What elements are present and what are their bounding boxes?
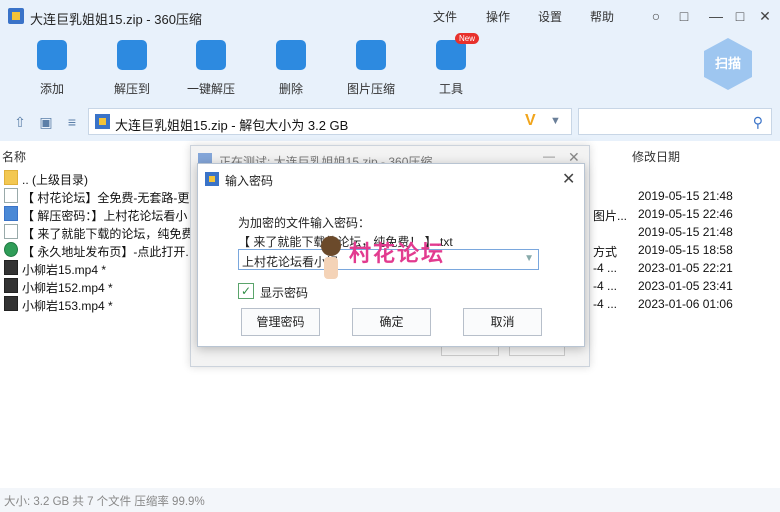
file-row-date: 2023-01-05 23:41 <box>638 279 733 293</box>
file-row-name[interactable]: .. (上级目录) <box>22 171 88 188</box>
file-row-date: 2023-01-05 22:21 <box>638 261 733 275</box>
video-file-icon <box>4 260 18 275</box>
folder-icon <box>4 170 18 185</box>
title-bar: 大连巨乳姐姐15.zip - 360压缩 文件 操作 设置 帮助 ○ □ — □… <box>0 0 780 32</box>
image-compress-icon <box>356 40 386 70</box>
status-bar: 大小: 3.2 GB 共 7 个文件 压缩率 99.9% <box>0 488 780 512</box>
password-prompt: 为加密的文件输入密码： <box>238 216 371 230</box>
file-row-type: 图片... <box>593 209 628 223</box>
globe-icon <box>4 242 18 257</box>
trash-icon <box>276 40 306 70</box>
file-row-type: -4 ... <box>593 297 618 311</box>
text-file-icon <box>4 188 18 203</box>
file-row-date: 2019-05-15 18:58 <box>638 243 733 257</box>
menu-help[interactable]: 帮助 <box>590 8 614 25</box>
chevron-down-icon[interactable]: ▼ <box>550 115 561 127</box>
file-row-name[interactable]: 【 解压密码：】上村花论坛看小 <box>22 207 187 224</box>
status-text: 大小: 3.2 GB 共 7 个文件 压缩率 99.9% <box>4 496 205 508</box>
menu-settings[interactable]: 设置 <box>538 8 562 25</box>
one-click-extract-icon <box>196 40 226 70</box>
file-row-type: 方式 <box>593 245 618 259</box>
file-row-name[interactable]: 小柳岩15.mp4 * <box>22 261 106 278</box>
file-row-date: 2019-05-15 22:46 <box>638 207 733 221</box>
delete-button[interactable]: 删除 <box>256 36 326 98</box>
file-row-name[interactable]: 【 来了就能下载的论坛，纯免费 <box>22 225 193 242</box>
app-icon <box>205 172 219 186</box>
shirt-icon[interactable]: ○ <box>646 6 666 26</box>
zip-icon <box>95 114 110 129</box>
file-row-name[interactable]: 【 村花论坛】全免费-无套路-更 <box>22 189 189 206</box>
column-name[interactable]: 名称 <box>2 148 26 165</box>
file-row-date: 2023-01-06 01:06 <box>638 297 733 311</box>
new-badge: New <box>455 33 480 44</box>
menu-operate[interactable]: 操作 <box>486 8 510 25</box>
ok-button[interactable]: 确定 <box>352 308 431 336</box>
add-icon <box>37 40 67 70</box>
close-icon[interactable]: ✕ <box>562 169 575 189</box>
show-password-label[interactable]: 显示密码 <box>260 284 308 301</box>
image-file-icon <box>4 206 18 221</box>
one-click-extract-button[interactable]: 一键解压 <box>176 36 246 98</box>
cancel-button[interactable]: 取消 <box>463 308 542 336</box>
file-row-name[interactable]: 小柳岩153.mp4 * <box>22 297 113 314</box>
menu-file[interactable]: 文件 <box>433 8 457 25</box>
view-thumbnail-icon[interactable]: ▣ <box>38 114 54 130</box>
search-input[interactable]: ⚲ <box>578 108 772 135</box>
image-compress-button[interactable]: 图片压缩 <box>336 36 406 98</box>
file-row-type: -4 ... <box>593 261 618 275</box>
watermark-text: 村花论坛 <box>349 241 446 266</box>
app-icon <box>8 8 24 24</box>
file-row-date: 2019-05-15 21:48 <box>638 225 733 239</box>
address-bar[interactable]: 大连巨乳姐姐15.zip - 解包大小为 3.2 GB V ▼ <box>88 108 572 135</box>
tools-button[interactable]: 工具 <box>416 36 486 98</box>
dialog-title: 输入密码 <box>225 174 274 188</box>
show-password-checkbox[interactable]: ✓ <box>238 283 254 299</box>
maximize-icon[interactable]: □ <box>730 6 750 26</box>
add-button[interactable]: 添加 <box>17 36 87 98</box>
close-icon[interactable]: ✕ <box>755 6 775 26</box>
file-row-name[interactable]: 小柳岩152.mp4 * <box>22 279 113 296</box>
file-row-date: 2019-05-15 21:48 <box>638 189 733 203</box>
mascot-image <box>320 236 342 280</box>
minimize-icon[interactable]: — <box>706 6 726 26</box>
file-row-type: -4 ... <box>593 279 618 293</box>
address-text: 大连巨乳姐姐15.zip - 解包大小为 3.2 GB <box>115 118 349 133</box>
extract-to-button[interactable]: 解压到 <box>97 36 167 98</box>
video-file-icon <box>4 296 18 311</box>
text-file-icon <box>4 224 18 239</box>
search-icon[interactable]: ⚲ <box>753 114 763 131</box>
view-list-icon[interactable]: ≡ <box>64 114 80 130</box>
manage-password-button[interactable]: 管理密码 <box>241 308 320 336</box>
minimize-icon[interactable]: — <box>543 149 555 163</box>
message-icon[interactable]: □ <box>674 6 694 26</box>
tools-icon <box>436 40 466 70</box>
up-arrow-icon[interactable]: ⇧ <box>12 114 28 130</box>
window-title: 大连巨乳姐姐15.zip - 360压缩 <box>30 12 202 27</box>
video-file-icon <box>4 278 18 293</box>
column-modified[interactable]: 修改日期 <box>632 148 680 165</box>
v-icon[interactable]: V <box>525 112 536 130</box>
extract-to-icon <box>117 40 147 70</box>
chevron-down-icon[interactable]: ▼ <box>524 253 534 264</box>
file-row-name[interactable]: 【 永久地址发布页】-点此打开. <box>22 243 189 260</box>
